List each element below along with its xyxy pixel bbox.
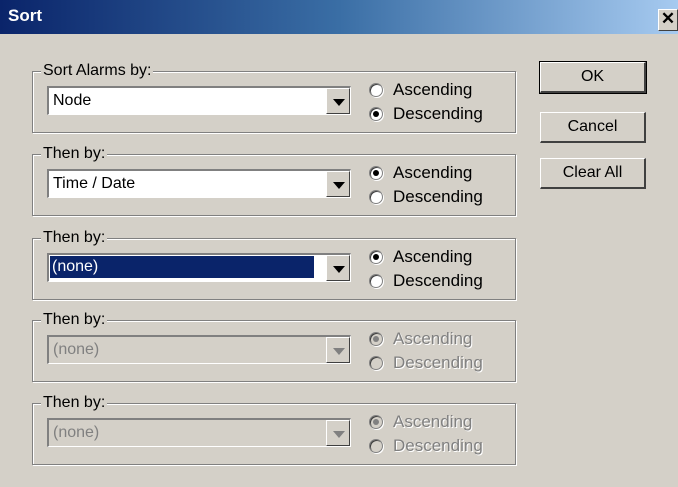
descending-radio-1[interactable] [369,107,383,121]
ok-button[interactable]: OK [539,61,647,94]
descending-label: Descending [393,353,483,372]
descending-radio-5 [369,439,383,453]
descending-label: Descending [393,436,483,455]
sort-field-combo-5: (none) [47,418,351,447]
cancel-button[interactable]: Cancel [540,112,646,143]
ascending-label: Ascending [393,80,473,99]
descending-label: Descending [393,187,483,206]
sort-group-1: Sort Alarms by: Node Ascending Descendin… [32,62,516,133]
title-bar: Sort ✕ [0,0,678,34]
descending-option-5: Descending [369,434,483,458]
sort-field-combo-3[interactable]: (none) [47,253,351,282]
ascending-label: Ascending [393,329,473,348]
ascending-option-5: Ascending [369,410,472,434]
chevron-down-icon [326,420,350,446]
clear-all-button[interactable]: Clear All [540,158,646,189]
combo-value: (none) [49,255,315,279]
ascending-radio-2[interactable] [369,166,383,180]
sort-group-4: Then by: (none) Ascending Descending [32,311,516,382]
ascending-label: Ascending [393,247,473,266]
sort-field-combo-4: (none) [47,335,351,364]
group-label: Then by: [41,394,108,412]
sort-group-5: Then by: (none) Ascending Descending [32,394,516,465]
group-label: Sort Alarms by: [41,62,154,80]
combo-value: Node [53,92,92,109]
descending-label: Descending [393,271,483,290]
descending-option-4: Descending [369,351,483,375]
group-label: Then by: [41,311,108,329]
ascending-radio-3[interactable] [369,250,383,264]
combo-value: Time / Date [53,175,136,192]
group-label: Then by: [41,145,108,163]
ascending-radio-1[interactable] [369,83,383,97]
descending-radio-4 [369,356,383,370]
ascending-option-2[interactable]: Ascending [369,161,472,185]
close-button[interactable]: ✕ [658,9,678,31]
sort-dialog: Sort ✕ Sort Alarms by: Node Ascending De… [0,0,678,487]
ascending-radio-4 [369,332,383,346]
sort-field-combo-2[interactable]: Time / Date [47,169,351,198]
descending-option-2[interactable]: Descending [369,185,483,209]
descending-option-1[interactable]: Descending [369,102,483,126]
chevron-down-icon[interactable] [326,255,350,281]
sort-group-3: Then by: (none) Ascending Descending [32,229,516,300]
chevron-down-icon [326,337,350,363]
ascending-radio-5 [369,415,383,429]
sort-field-combo-1[interactable]: Node [47,86,351,115]
ascending-option-4: Ascending [369,327,472,351]
combo-value: (none) [53,424,100,441]
combo-value: (none) [53,341,100,358]
group-label: Then by: [41,229,108,247]
ascending-option-3[interactable]: Ascending [369,245,472,269]
descending-radio-2[interactable] [369,190,383,204]
sort-group-2: Then by: Time / Date Ascending Descendin… [32,145,516,216]
chevron-down-icon[interactable] [326,171,350,197]
descending-radio-3[interactable] [369,274,383,288]
descending-label: Descending [393,104,483,123]
ascending-label: Ascending [393,163,473,182]
dialog-title: Sort [8,6,42,25]
ascending-option-1[interactable]: Ascending [369,78,472,102]
close-icon: ✕ [660,9,676,28]
descending-option-3[interactable]: Descending [369,269,483,293]
ascending-label: Ascending [393,412,473,431]
chevron-down-icon[interactable] [326,88,350,114]
